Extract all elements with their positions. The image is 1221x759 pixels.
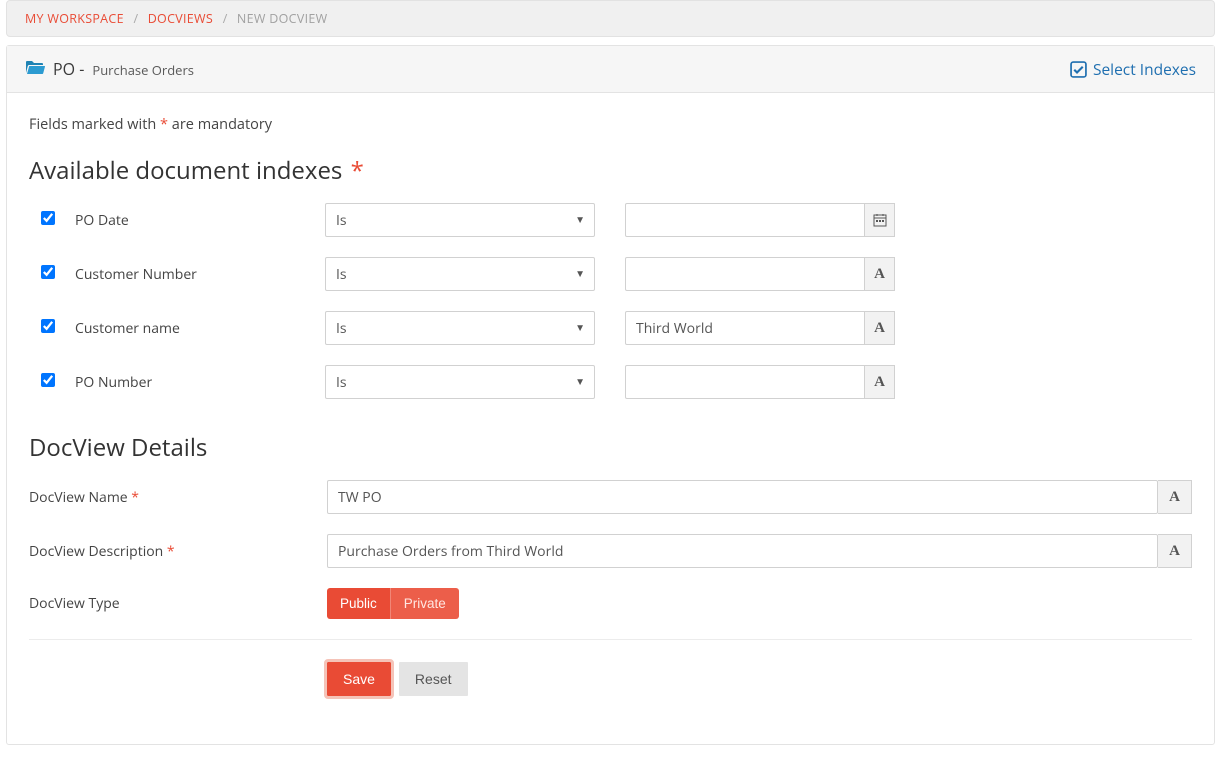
- breadcrumb-current: NEW DOCVIEW: [237, 10, 328, 27]
- indexes-section-title: Available document indexes *: [29, 154, 1192, 187]
- docview-name-input[interactable]: [327, 480, 1158, 514]
- docview-desc-label: DocView Description *: [29, 542, 327, 561]
- operator-select[interactable]: Is: [325, 257, 595, 291]
- index-row: PO Date Is ▼: [29, 203, 1192, 237]
- docview-desc-input[interactable]: [327, 534, 1158, 568]
- select-indexes-label: Select Indexes: [1093, 58, 1196, 80]
- docview-type-toggle: Public Private: [327, 588, 459, 619]
- details-section-title: DocView Details: [29, 431, 1192, 464]
- index-checkbox-ponum[interactable]: [41, 373, 55, 387]
- value-input-podate[interactable]: [625, 203, 865, 237]
- index-row: Customer name Is ▼ A: [29, 311, 1192, 345]
- value-input-custnum[interactable]: [625, 257, 865, 291]
- value-input-custname[interactable]: [625, 311, 865, 345]
- operator-select[interactable]: Is: [325, 203, 595, 237]
- folder-open-icon: [25, 59, 45, 80]
- text-type-icon[interactable]: A: [1158, 534, 1192, 568]
- index-label: Customer name: [75, 319, 325, 338]
- reset-button[interactable]: Reset: [399, 662, 468, 696]
- index-row: PO Number Is ▼ A: [29, 365, 1192, 399]
- folder-code: PO -: [53, 58, 84, 80]
- breadcrumb-sep: /: [223, 10, 228, 27]
- mandatory-note: Fields marked with * are mandatory: [29, 115, 1192, 134]
- text-type-icon[interactable]: A: [865, 311, 895, 345]
- text-type-icon[interactable]: A: [865, 365, 895, 399]
- index-checkbox-podate[interactable]: [41, 211, 55, 225]
- breadcrumb-sep: /: [133, 10, 138, 27]
- type-private-button[interactable]: Private: [390, 588, 459, 619]
- index-row: Customer Number Is ▼ A: [29, 257, 1192, 291]
- main-panel: PO - Purchase Orders Select Indexes Fiel…: [6, 45, 1215, 745]
- breadcrumb-link-docviews[interactable]: DOCVIEWS: [148, 10, 213, 27]
- docview-name-label: DocView Name *: [29, 488, 327, 507]
- save-button[interactable]: Save: [327, 662, 391, 696]
- index-checkbox-custname[interactable]: [41, 319, 55, 333]
- check-square-icon: [1070, 61, 1087, 78]
- index-label: PO Date: [75, 211, 325, 230]
- value-input-ponum[interactable]: [625, 365, 865, 399]
- operator-select[interactable]: Is: [325, 311, 595, 345]
- folder-subtitle: Purchase Orders: [92, 61, 194, 79]
- select-indexes-button[interactable]: Select Indexes: [1070, 58, 1196, 80]
- docview-type-label: DocView Type: [29, 594, 327, 613]
- calendar-icon[interactable]: [865, 203, 895, 237]
- index-checkbox-custnum[interactable]: [41, 265, 55, 279]
- index-label: Customer Number: [75, 265, 325, 284]
- panel-header: PO - Purchase Orders Select Indexes: [7, 46, 1214, 93]
- breadcrumb: MY WORKSPACE / DOCVIEWS / NEW DOCVIEW: [6, 0, 1215, 37]
- text-type-icon[interactable]: A: [1158, 480, 1192, 514]
- index-label: PO Number: [75, 373, 325, 392]
- operator-select[interactable]: Is: [325, 365, 595, 399]
- text-type-icon[interactable]: A: [865, 257, 895, 291]
- breadcrumb-link-workspace[interactable]: MY WORKSPACE: [25, 10, 124, 27]
- type-public-button[interactable]: Public: [327, 588, 390, 619]
